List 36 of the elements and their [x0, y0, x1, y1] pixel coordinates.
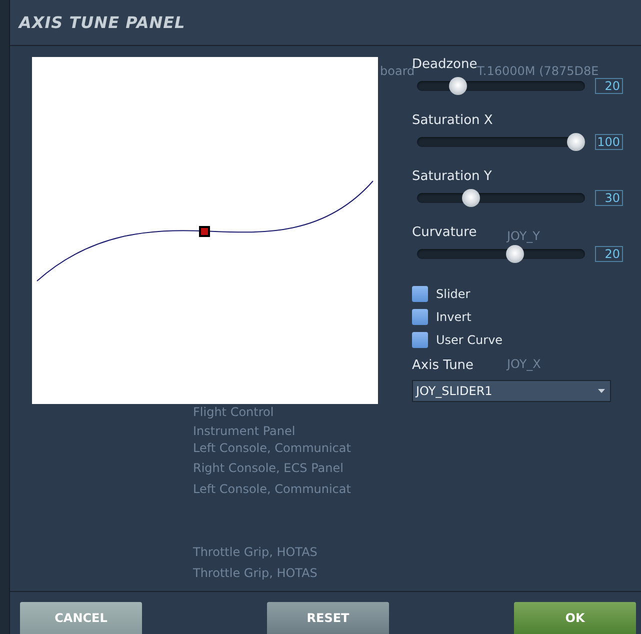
slider-label: Deadzone — [412, 57, 478, 72]
slider-value: 20 — [595, 78, 623, 94]
checkbox[interactable] — [412, 308, 428, 324]
caret-icon — [598, 389, 605, 393]
slider-thumb[interactable] — [506, 245, 524, 263]
background-label: Throttle Grip, HOTAS — [193, 545, 318, 559]
checkbox-label: Slider — [436, 286, 470, 300]
curve-point-icon — [199, 226, 210, 237]
background-label: JOY_Y — [507, 229, 540, 243]
ok-button[interactable]: OK — [514, 602, 636, 634]
cancel-button[interactable]: CANCEL — [20, 602, 142, 634]
background-label: T.16000M (7875D8E — [477, 64, 599, 78]
slider-value: 20 — [595, 246, 623, 262]
background-label: JOY_X — [507, 357, 541, 371]
checkbox[interactable] — [412, 332, 428, 348]
background-label: Throttle Grip, HOTAS — [193, 566, 318, 580]
slider-value: 30 — [595, 190, 623, 206]
reset-button[interactable]: RESET — [267, 602, 389, 634]
slider-thumb[interactable] — [448, 77, 466, 95]
checkbox-label: Invert — [436, 310, 472, 324]
slider-thumb[interactable] — [462, 189, 480, 207]
background-label: Left Console, Communicat — [193, 482, 351, 496]
slider-thumb[interactable] — [567, 133, 585, 151]
background-label: Instrument Panel — [193, 424, 296, 438]
slider-label: Saturation Y — [412, 169, 492, 185]
slider-label: Curvature — [412, 225, 477, 241]
axis-dropdown[interactable]: JOY_SLIDER1 — [412, 380, 611, 402]
slider-value: 100 — [595, 134, 623, 150]
background-label: Left Console, Communicat — [193, 441, 351, 455]
background-label: Flight Control — [193, 405, 274, 419]
window-title: AXIS TUNE PANEL — [19, 13, 186, 32]
slider-label: Saturation X — [412, 113, 493, 129]
checkbox-label: User Curve — [436, 332, 503, 346]
background-label: Right Console, ECS Panel — [193, 461, 344, 475]
checkbox[interactable] — [412, 286, 428, 302]
axis-tune-label: Axis Tune — [412, 358, 474, 373]
